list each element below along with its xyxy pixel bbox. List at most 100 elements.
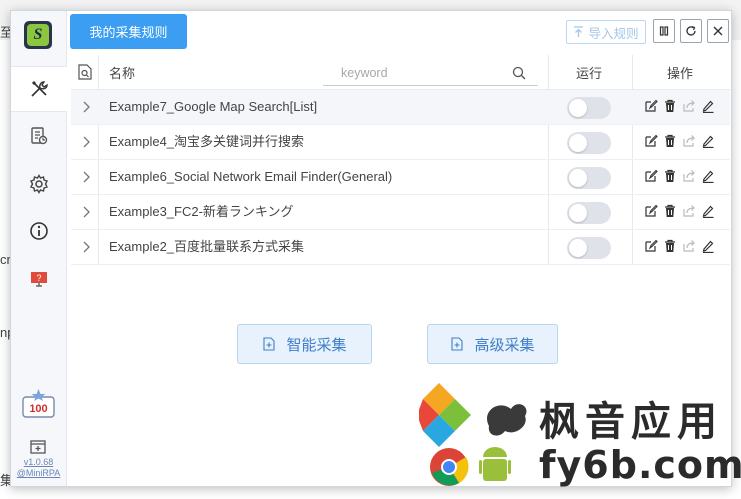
trash-icon[interactable] (663, 204, 677, 218)
monitor-help-icon: ? (30, 272, 47, 287)
pause-icon (659, 26, 669, 36)
import-rules-label: 导入规则 (588, 26, 639, 41)
pencil-icon[interactable] (701, 134, 715, 148)
badge-100[interactable]: 100 (21, 389, 56, 419)
sidebar-item-settings[interactable] (11, 162, 66, 206)
upload-icon (574, 26, 584, 37)
smart-collect-label: 智能采集 (286, 336, 347, 354)
watermark: 枫音应用 fy6b.com (417, 381, 741, 491)
sidebar-item-tools[interactable] (11, 66, 67, 112)
toggle-knob (569, 204, 587, 222)
search-file-icon-wrap[interactable] (78, 55, 92, 89)
rule-name[interactable]: Example4_淘宝多关键词并行搜索 (109, 125, 304, 159)
row-actions (644, 204, 715, 218)
trash-icon[interactable] (663, 134, 677, 148)
gear-icon (29, 174, 48, 194)
edit-icon[interactable] (644, 169, 658, 183)
edit-icon[interactable] (644, 239, 658, 253)
row-actions (644, 169, 715, 183)
sidebar: S ? 100 v1.0.68 @MiniRPA (11, 11, 67, 486)
tools-icon (31, 81, 48, 97)
table-row[interactable]: Example3_FC2-新着ランキング (71, 195, 730, 230)
sidebar-item-tasks[interactable] (11, 114, 66, 158)
column-run-header: 运行 (576, 65, 603, 81)
trash-icon[interactable] (663, 239, 677, 253)
edit-icon[interactable] (644, 204, 658, 218)
trash-icon[interactable] (663, 99, 677, 113)
table-row[interactable]: Example6_Social Network Email Finder(Gen… (71, 160, 730, 195)
smart-collect-button[interactable]: 智能采集 (237, 324, 372, 364)
badge-value: 100 (29, 403, 48, 415)
toggle-knob (569, 134, 587, 152)
refresh-button[interactable] (680, 19, 702, 43)
pencil-icon[interactable] (701, 239, 715, 253)
trash-icon[interactable] (663, 169, 677, 183)
pencil-icon[interactable] (701, 204, 715, 218)
version-link[interactable]: v1.0.68 (11, 457, 66, 468)
run-toggle[interactable] (567, 237, 611, 259)
info-icon (29, 222, 48, 240)
close-button[interactable] (707, 19, 729, 43)
pencil-icon[interactable] (701, 99, 715, 113)
search-input[interactable] (323, 61, 528, 85)
watermark-domain: fy6b.com (539, 443, 741, 487)
toggle-knob (569, 99, 587, 117)
app-logo: S (24, 21, 52, 49)
share-icon[interactable] (682, 204, 696, 218)
pencil-icon[interactable] (701, 169, 715, 183)
data-list-icon (30, 127, 47, 145)
chevron-right-icon[interactable] (81, 136, 91, 148)
chevron-right-icon[interactable] (81, 171, 91, 183)
tab-my-rules[interactable]: 我的采集规则 (70, 14, 187, 49)
advanced-collect-button[interactable]: 高级采集 (427, 324, 558, 364)
advanced-collect-label: 高级采集 (474, 336, 535, 354)
search-box (323, 61, 538, 86)
run-toggle[interactable] (567, 167, 611, 189)
search-icon[interactable] (512, 66, 526, 80)
svg-text:?: ? (36, 273, 41, 283)
share-icon[interactable] (682, 239, 696, 253)
rule-name[interactable]: Example7_Google Map Search[List] (109, 90, 317, 124)
miniRPA-icon (30, 440, 46, 454)
file-plus-icon (263, 337, 276, 351)
table-row[interactable]: Example2_百度批量联系方式采集 (71, 230, 730, 265)
import-rules-button[interactable]: 导入规则 (566, 20, 646, 44)
rule-name[interactable]: Example6_Social Network Email Finder(Gen… (109, 160, 392, 194)
close-icon (713, 26, 723, 36)
chevron-right-icon[interactable] (81, 101, 91, 113)
table-header: 名称 运行 操作 (71, 55, 730, 90)
watermark-title: 枫音应用 (539, 399, 723, 445)
table-row[interactable]: Example4_淘宝多关键词并行搜索 (71, 125, 730, 160)
edit-icon[interactable] (644, 134, 658, 148)
share-icon[interactable] (682, 99, 696, 113)
rule-name[interactable]: Example2_百度批量联系方式采集 (109, 230, 304, 264)
row-actions (644, 99, 715, 113)
edit-icon[interactable] (644, 99, 658, 113)
toggle-knob (569, 169, 587, 187)
pause-button[interactable] (653, 19, 675, 43)
column-name-header: 名称 (109, 65, 136, 81)
run-toggle[interactable] (567, 202, 611, 224)
refresh-icon (686, 25, 696, 36)
file-plus-icon (451, 337, 464, 351)
extension-popup: S ? 100 v1.0.68 @MiniRPA 我的采集规则 导入规则 名称 … (10, 10, 741, 487)
sidebar-item-support[interactable]: ? (11, 257, 66, 301)
share-icon[interactable] (682, 169, 696, 183)
chevron-right-icon[interactable] (81, 206, 91, 218)
column-ops-header: 操作 (667, 65, 694, 81)
chevron-right-icon[interactable] (81, 241, 91, 253)
logo-letter: S (27, 24, 49, 46)
run-toggle[interactable] (567, 97, 611, 119)
share-icon[interactable] (682, 134, 696, 148)
sidebar-item-about[interactable] (11, 209, 66, 253)
row-actions (644, 134, 715, 148)
watermark-logo-icon (417, 383, 527, 486)
toggle-knob (569, 239, 587, 257)
search-file-icon (78, 64, 92, 80)
rules-table: 名称 运行 操作 Example7_Google Map Search[List… (71, 55, 730, 265)
run-toggle[interactable] (567, 132, 611, 154)
table-row[interactable]: Example7_Google Map Search[List] (71, 90, 730, 125)
brand-link[interactable]: @MiniRPA (11, 468, 66, 479)
rule-name[interactable]: Example3_FC2-新着ランキング (109, 195, 294, 229)
row-actions (644, 239, 715, 253)
